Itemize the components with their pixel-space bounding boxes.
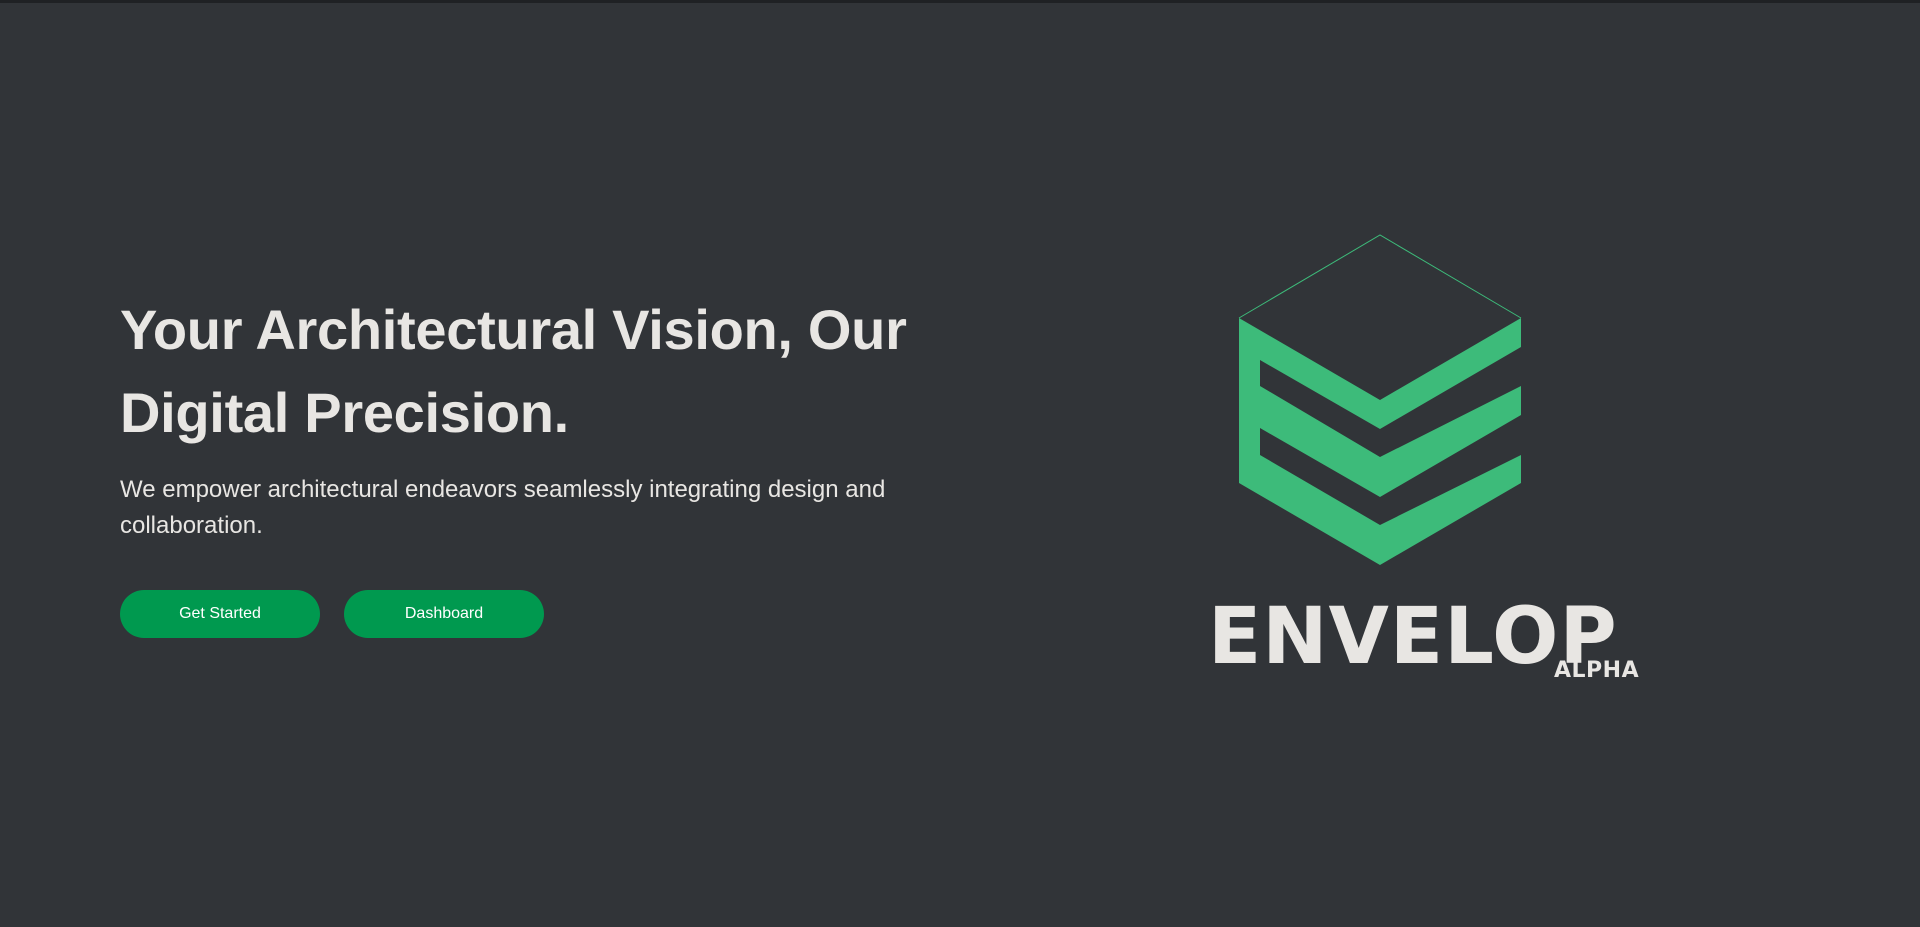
headline-line-1: Your Architectural Vision, Our bbox=[120, 298, 907, 361]
brand-logo: ENVELOP ALPHA bbox=[1200, 230, 1660, 690]
hero-subtext: We empower architectural endeavors seaml… bbox=[120, 476, 886, 539]
dashboard-button[interactable]: Dashboard bbox=[344, 590, 544, 638]
hero-content: Your Architectural Vision, Our Digital P… bbox=[120, 288, 980, 638]
get-started-button[interactable]: Get Started bbox=[120, 590, 320, 638]
cube-top-outline bbox=[1238, 234, 1522, 319]
hero-headline: Your Architectural Vision, Our Digital P… bbox=[120, 288, 980, 454]
alpha-badge: ALPHA bbox=[1554, 658, 1640, 683]
headline-line-2: Digital Precision. bbox=[120, 381, 569, 444]
hero-section: Your Architectural Vision, Our Digital P… bbox=[0, 0, 1920, 927]
envelop-cube-icon bbox=[1238, 234, 1522, 565]
cube-e-shape bbox=[1239, 318, 1521, 565]
hero-actions: Get Started Dashboard bbox=[120, 590, 980, 638]
